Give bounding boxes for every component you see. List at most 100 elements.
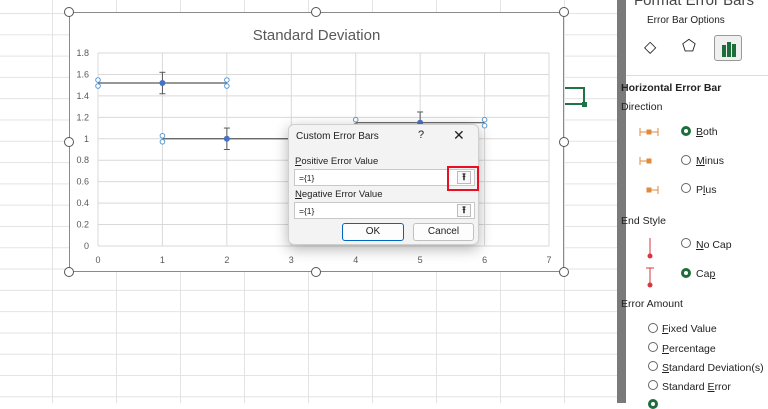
label-text: egative Error Value — [301, 189, 383, 200]
radio-plus[interactable] — [681, 183, 691, 193]
divider — [626, 75, 768, 76]
resize-handle-e[interactable] — [559, 137, 569, 147]
y-tick-label: 0.8 — [76, 155, 89, 165]
end-style-icons — [646, 238, 654, 288]
option-cap[interactable]: Cap — [696, 268, 715, 280]
label-text: ositive Error Value — [301, 156, 379, 167]
option-no-cap[interactable]: No Cap — [696, 239, 732, 251]
option-text: Standard — [662, 381, 708, 393]
option-fixed-value[interactable]: Fixed Value — [662, 323, 717, 335]
error-bar-selection-handle — [95, 77, 101, 83]
resize-handle-ne[interactable] — [559, 7, 569, 17]
access-key: B — [696, 126, 704, 138]
y-tick-label: 1 — [84, 134, 89, 144]
x-tick-label: 4 — [353, 255, 358, 265]
resize-handle-n[interactable] — [311, 7, 321, 17]
format-error-bars-pane: Format Error Bars Error Bar Options ◇ ⬠ … — [621, 0, 768, 409]
y-tick-label: 0 — [84, 241, 89, 251]
x-tick-label: 7 — [546, 255, 551, 265]
option-minus[interactable]: Minus — [696, 155, 724, 167]
label-direction: Direction — [621, 101, 663, 113]
option-text: inus — [704, 155, 725, 167]
y-tick-label: 1.2 — [76, 112, 89, 122]
pane-title: Format Error Bars — [634, 0, 755, 9]
option-text: oth — [703, 126, 718, 138]
error-bar-selection-handle — [95, 83, 101, 89]
fill-line-icon[interactable]: ◇ — [644, 37, 656, 57]
radio-both[interactable] — [681, 126, 691, 136]
error-bar-selection-handle — [224, 77, 230, 83]
option-text: ercentage — [669, 343, 716, 355]
data-point — [159, 80, 166, 87]
option-plus[interactable]: Plus — [696, 184, 716, 196]
option-percentage[interactable]: Percentage — [662, 343, 716, 355]
radio-cap[interactable] — [681, 268, 691, 278]
access-key: N — [295, 189, 302, 200]
y-tick-label: 0.6 — [76, 177, 89, 187]
resize-handle-s[interactable] — [311, 267, 321, 277]
y-tick-label: 0.2 — [76, 220, 89, 230]
x-tick-label: 1 — [160, 255, 165, 265]
x-tick-label: 5 — [418, 255, 423, 265]
radio-no-cap[interactable] — [681, 238, 691, 248]
option-text: o Cap — [703, 239, 732, 251]
access-key: p — [709, 268, 716, 280]
dialog-title: Custom Error Bars — [296, 131, 379, 142]
input-value: ={1} — [299, 173, 315, 183]
close-button[interactable]: ✕ — [453, 127, 465, 144]
pane-splitter[interactable] — [617, 0, 626, 403]
x-tick-label: 2 — [224, 255, 229, 265]
option-standard-deviation[interactable]: Standard Deviation(s) — [662, 362, 764, 374]
resize-handle-se[interactable] — [559, 267, 569, 277]
label-end-style: End Style — [621, 215, 666, 227]
input-value: ={1} — [299, 206, 315, 216]
y-tick-label: 1.6 — [76, 69, 89, 79]
cancel-button[interactable]: Cancel — [413, 223, 474, 241]
data-point — [223, 135, 230, 142]
access-key: N — [696, 239, 704, 251]
radio-fixed-value[interactable] — [648, 323, 658, 333]
radio-custom[interactable] — [648, 399, 658, 409]
collapse-dialog-icon[interactable]: ⭱ — [457, 204, 471, 217]
radio-standard-deviation[interactable] — [648, 361, 658, 371]
ok-button[interactable]: OK — [342, 223, 404, 241]
resize-handle-w[interactable] — [64, 137, 74, 147]
access-key: E — [707, 381, 715, 393]
error-bar-selection-handle — [352, 116, 359, 123]
x-tick-label: 6 — [482, 255, 487, 265]
direction-icons — [639, 128, 659, 194]
effects-icon[interactable]: ⬠ — [682, 36, 696, 56]
error-bar-selection-handle — [159, 138, 166, 145]
radio-standard-error[interactable] — [648, 380, 658, 390]
heading-horizontal-error-bar[interactable]: Horizontal Error Bar — [621, 82, 721, 94]
positive-error-label: Positive Error Value — [295, 156, 378, 167]
option-text: us — [705, 184, 717, 196]
option-text: P — [696, 184, 704, 196]
section-error-bar-options[interactable]: Error Bar Options — [647, 15, 725, 26]
radio-percentage[interactable] — [648, 342, 658, 352]
option-text: ixed Value — [668, 323, 717, 335]
x-tick-label: 3 — [289, 255, 294, 265]
bar-options-icon[interactable] — [714, 35, 742, 61]
selected-cell[interactable] — [565, 87, 587, 107]
access-key: M — [696, 155, 705, 167]
x-tick-label: 0 — [95, 255, 100, 265]
error-bar-selection-handle — [224, 83, 230, 89]
help-button[interactable]: ? — [418, 129, 424, 141]
resize-handle-nw[interactable] — [64, 7, 74, 17]
error-bar-selection-handle — [481, 122, 488, 129]
option-text: tandard Deviation(s) — [669, 362, 764, 374]
access-key: P — [662, 343, 670, 355]
fill-handle[interactable] — [582, 102, 587, 107]
y-tick-label: 1.4 — [76, 91, 89, 101]
resize-handle-sw[interactable] — [64, 267, 74, 277]
option-text: rror — [714, 381, 731, 393]
access-key: S — [662, 362, 670, 374]
negative-error-label: Negative Error Value — [295, 189, 383, 200]
negative-error-input[interactable]: ={1} ⭱ — [294, 202, 475, 219]
radio-minus[interactable] — [681, 155, 691, 165]
error-bar-selection-handle — [159, 132, 166, 139]
option-both[interactable]: Both — [696, 126, 718, 138]
option-standard-error[interactable]: Standard Error — [662, 381, 731, 393]
error-bar-selection-handle — [481, 116, 488, 123]
